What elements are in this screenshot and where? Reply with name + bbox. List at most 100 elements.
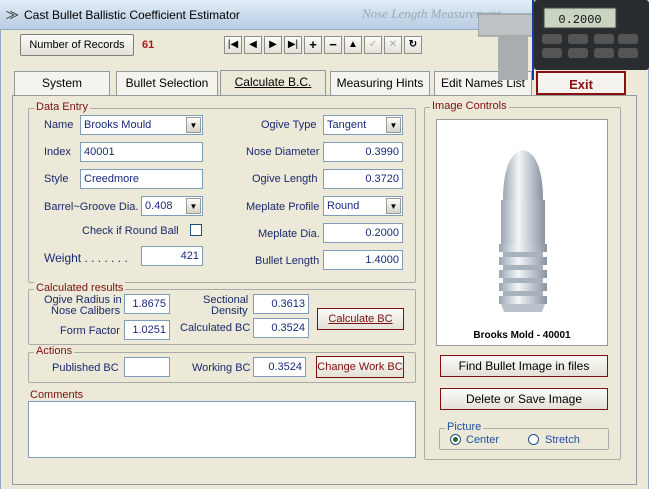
style-label: Style: [44, 173, 69, 185]
data-entry-legend: Data Entry: [34, 101, 90, 113]
caliper-button: [618, 48, 638, 58]
meplate-profile-label: Meplate Profile: [246, 201, 320, 213]
bullet-length-field[interactable]: 1.4000: [323, 250, 403, 270]
index-label: Index: [44, 146, 71, 158]
save-record-button[interactable]: ✓: [364, 36, 382, 54]
chevron-down-icon[interactable]: ▼: [186, 198, 201, 214]
ogive-type-label: Ogive Type: [261, 119, 317, 131]
comments-legend: Comments: [28, 389, 86, 401]
bullet-length-label: Bullet Length: [255, 255, 320, 267]
cancel-edit-button[interactable]: ✕: [384, 36, 402, 54]
image-controls-legend: Image Controls: [430, 100, 509, 112]
bullet-band: [499, 296, 547, 304]
style-field[interactable]: Creedmore: [80, 169, 203, 189]
weight-field[interactable]: 421: [141, 246, 203, 266]
weight-label: Weight . . . . . . .: [44, 251, 128, 265]
delete-record-button[interactable]: −: [324, 36, 342, 54]
meplate-profile-select[interactable]: Round ▼: [323, 196, 403, 216]
actions-legend: Actions: [34, 345, 75, 357]
caliper-button: [568, 34, 588, 44]
number-of-records-button[interactable]: Number of Records: [20, 34, 134, 56]
edit-record-button[interactable]: ▲: [344, 36, 362, 54]
caliper-jaw: [498, 36, 528, 80]
ogive-type-select[interactable]: Tangent ▼: [323, 115, 403, 135]
bullet-groove: [503, 278, 543, 283]
bullet-nose: [503, 150, 543, 200]
refresh-button[interactable]: ↻: [404, 36, 422, 54]
tab-calculate-bc[interactable]: Calculate B.C.: [220, 70, 326, 96]
bullet-band: [499, 283, 547, 291]
tab-measuring-hints[interactable]: Measuring Hints: [330, 71, 430, 95]
sectional-density-label-2: Density: [211, 305, 248, 317]
caliper-display-value: 0.2000: [558, 13, 601, 27]
tab-system[interactable]: System: [14, 71, 110, 95]
caliper-button: [542, 34, 562, 44]
app-icon: ⨠: [6, 9, 19, 21]
chevron-down-icon[interactable]: ▼: [386, 198, 401, 214]
comments-textarea[interactable]: [28, 401, 416, 458]
ogive-radius-field[interactable]: 1.8675: [124, 294, 170, 314]
calculated-results-legend: Calculated results: [34, 282, 126, 294]
picture-legend: Picture: [445, 421, 484, 433]
round-ball-label: Check if Round Ball: [82, 225, 179, 237]
ogive-length-label: Ogive Length: [252, 173, 318, 185]
index-field[interactable]: 40001: [80, 142, 203, 162]
last-record-icon: ▶|: [287, 39, 299, 50]
first-record-button[interactable]: |◀: [224, 36, 242, 54]
sectional-density-field[interactable]: 0.3613: [253, 294, 309, 314]
caliper-button: [568, 48, 588, 58]
meplate-profile-value: Round: [327, 200, 360, 212]
first-record-icon: |◀: [227, 39, 239, 50]
calculate-bc-button[interactable]: Calculate BC: [317, 308, 404, 330]
nose-diameter-label: Nose Diameter: [246, 146, 320, 158]
window-title: Cast Bullet Ballistic Coefficient Estima…: [24, 8, 240, 22]
calculated-bc-field[interactable]: 0.3524: [253, 318, 309, 338]
barrel-groove-label: Barrel~Groove Dia.: [44, 201, 139, 213]
caliper-image: 0.2000: [478, 0, 649, 80]
bullet-band: [499, 257, 547, 265]
bullet-image-caption: Brooks Mold - 40001: [473, 330, 571, 341]
radio-selected-dot: [453, 437, 458, 442]
caliper-button: [618, 34, 638, 44]
chevron-down-icon[interactable]: ▼: [386, 117, 401, 133]
name-select[interactable]: Brooks Mould ▼: [80, 115, 203, 135]
working-bc-field[interactable]: 0.3524: [253, 357, 306, 377]
meplate-dia-field[interactable]: 0.2000: [323, 223, 403, 243]
meplate-dia-label: Meplate Dia.: [258, 228, 320, 240]
last-record-button[interactable]: ▶|: [284, 36, 302, 54]
edit-record-icon: ▲: [348, 39, 358, 50]
bullet-body: [501, 200, 545, 244]
stretch-label: Stretch: [545, 434, 580, 446]
tab-bullet-selection[interactable]: Bullet Selection: [116, 71, 218, 95]
bullet-band: [499, 244, 547, 252]
bullet-groove: [503, 291, 543, 296]
center-radio[interactable]: [450, 434, 461, 445]
published-bc-field[interactable]: [124, 357, 170, 377]
caliper-button: [594, 48, 614, 58]
delete-or-save-image-button[interactable]: Delete or Save Image: [440, 388, 608, 410]
ogive-radius-label-2: Nose Calibers: [51, 305, 121, 317]
chevron-down-icon[interactable]: ▼: [186, 117, 201, 133]
barrel-groove-value: 0.408: [145, 200, 173, 212]
add-record-icon: +: [309, 37, 317, 52]
next-record-button[interactable]: ▶: [264, 36, 282, 54]
add-record-button[interactable]: +: [304, 36, 322, 54]
ogive-type-value: Tangent: [327, 119, 367, 131]
round-ball-checkbox[interactable]: [190, 224, 202, 236]
find-bullet-image-button[interactable]: Find Bullet Image in files: [440, 355, 608, 377]
caliper-button: [542, 48, 562, 58]
refresh-icon: ↻: [408, 39, 418, 50]
change-work-bc-button[interactable]: Change Work BC: [316, 356, 404, 378]
calculated-bc-label: Calculated BC: [180, 322, 251, 334]
form-factor-field[interactable]: 1.0251: [124, 320, 170, 340]
ogive-length-field[interactable]: 0.3720: [323, 169, 403, 189]
bullet-image: [499, 150, 547, 312]
published-bc-label: Published BC: [52, 362, 119, 374]
prev-record-button[interactable]: ◀: [244, 36, 262, 54]
barrel-groove-select[interactable]: 0.408 ▼: [141, 196, 203, 216]
next-record-icon: ▶: [269, 39, 277, 50]
stretch-radio[interactable]: [528, 434, 539, 445]
bullet-base: [501, 304, 545, 312]
nose-diameter-field[interactable]: 0.3990: [323, 142, 403, 162]
working-bc-label: Working BC: [192, 362, 251, 374]
